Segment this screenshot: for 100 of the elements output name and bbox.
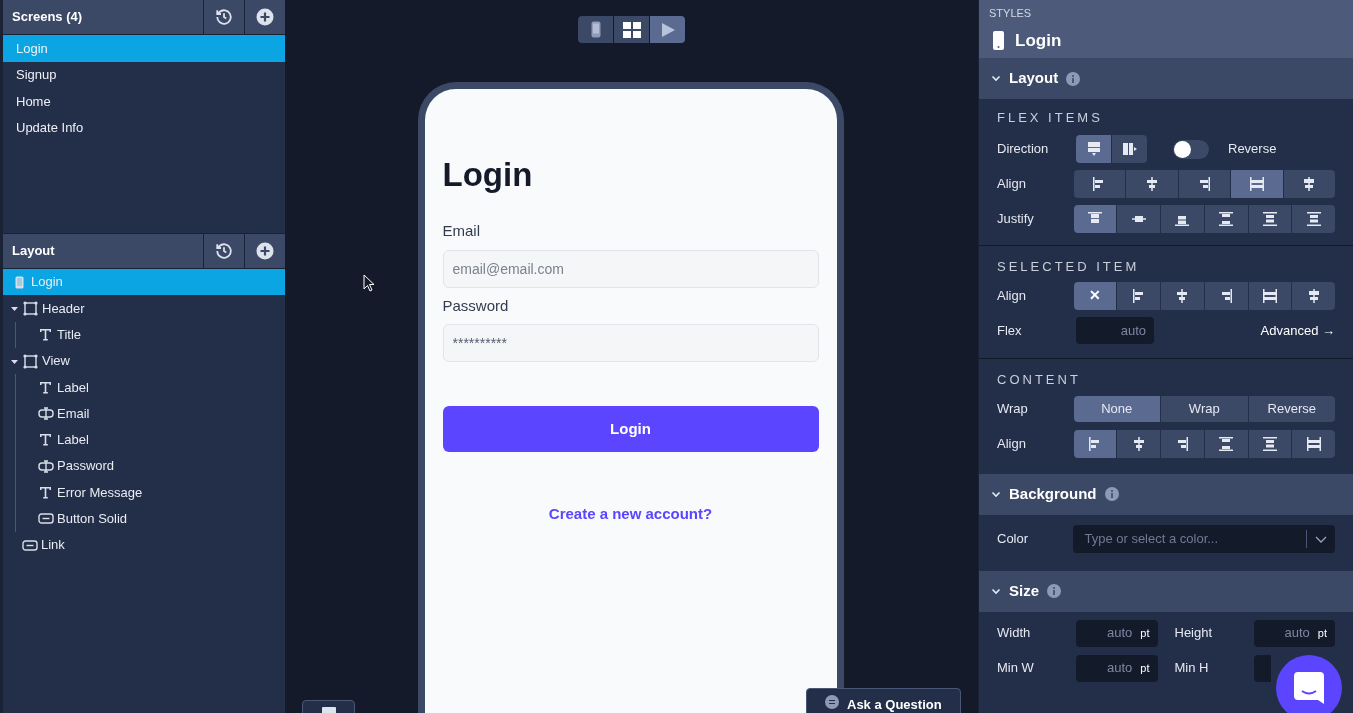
layout-option-button[interactable] <box>1204 430 1248 458</box>
tree-item[interactable]: Title <box>3 321 285 348</box>
section-header[interactable]: Background <box>979 473 1353 515</box>
text-icon <box>39 486 52 499</box>
field-label: Direction <box>997 140 1050 159</box>
phone-icon <box>590 21 601 38</box>
panel-heading: STYLES <box>989 6 1033 21</box>
tree-item[interactable]: Link <box>3 531 285 559</box>
tree-item[interactable]: Email <box>3 400 285 427</box>
layout-option-button[interactable] <box>1117 205 1160 233</box>
create-account-link[interactable]: Create a new account? <box>548 505 713 522</box>
layout-option-button[interactable] <box>1161 430 1204 458</box>
field-label: Email <box>442 221 481 241</box>
panel-title: Layout <box>11 242 56 261</box>
tree-item[interactable]: Label <box>3 374 285 401</box>
chat-bubble-icon <box>1294 672 1324 704</box>
mouse-cursor-icon <box>363 274 374 292</box>
layout-option-button[interactable] <box>1126 170 1178 198</box>
section-header[interactable]: Layout <box>979 58 1353 99</box>
wrap-option-button[interactable]: Reverse <box>1248 396 1335 422</box>
selected-element-title: Login <box>1015 29 1062 52</box>
group-heading: CONTENT <box>997 371 1082 389</box>
text-icon <box>39 380 52 394</box>
tree-item[interactable]: Label <box>3 426 285 454</box>
stretch-layout-icon <box>1261 287 1278 304</box>
info-icon <box>1047 584 1061 598</box>
size-field[interactable]: auto pt <box>1253 619 1335 647</box>
layout-option-button[interactable] <box>1161 205 1204 233</box>
plus-circle-icon <box>256 242 274 260</box>
login-title: Login <box>442 155 534 195</box>
layout-option-button[interactable] <box>1204 281 1248 310</box>
field-label: Width <box>997 624 1032 643</box>
text-icon <box>39 328 52 342</box>
tree-item[interactable]: Header <box>3 295 285 322</box>
screen-item[interactable]: Signup <box>3 61 285 88</box>
history-icon <box>215 8 233 26</box>
layout-option-button[interactable] <box>1073 170 1125 198</box>
size-field[interactable] <box>1253 654 1271 682</box>
layout-option-button[interactable] <box>1204 205 1248 233</box>
play-icon <box>659 21 676 38</box>
layout-option-button[interactable] <box>1178 170 1230 198</box>
layout-option-button[interactable] <box>1292 430 1335 458</box>
chat-icon <box>825 695 839 709</box>
section-header[interactable]: Size <box>979 570 1353 612</box>
screen-item[interactable]: Update Info <box>3 114 285 141</box>
view-toggle-button[interactable] <box>614 16 649 43</box>
group-heading: FLEX ITEMS <box>997 109 1104 127</box>
field-label: Color <box>997 530 1030 549</box>
layout-option-button[interactable] <box>1073 430 1117 458</box>
stretch-layout-icon <box>1305 436 1322 452</box>
password-field[interactable]: ********** <box>442 324 819 362</box>
layout-option-button[interactable] <box>1117 281 1160 310</box>
info-icon <box>1066 71 1081 86</box>
field-label: Align <box>997 286 1027 305</box>
layout-option-button[interactable] <box>1248 430 1292 458</box>
size-field[interactable]: auto pt <box>1076 654 1158 682</box>
panel-title: Screens (4) <box>11 8 84 27</box>
layout-option-button[interactable] <box>1283 170 1335 198</box>
between-layout-icon <box>1218 436 1235 452</box>
tree-item[interactable]: Button Solid <box>3 505 285 532</box>
layout-option-button[interactable] <box>1117 430 1160 458</box>
layout-option-button[interactable] <box>1248 205 1292 233</box>
advanced-link[interactable]: Advanced → <box>1260 320 1335 341</box>
layout-option-button[interactable] <box>1161 281 1204 310</box>
reverse-toggle[interactable] <box>1173 139 1209 159</box>
ask-question-button[interactable]: Ask a Question <box>806 688 961 713</box>
wrap-option-button[interactable]: Wrap <box>1161 396 1248 422</box>
layout-option-button[interactable] <box>1248 281 1292 310</box>
field-label: Align <box>997 435 1027 454</box>
tree-item[interactable]: Password <box>3 453 285 480</box>
chevron-icon <box>991 587 1001 595</box>
tree-item[interactable]: Error Message <box>3 479 285 506</box>
login-button[interactable]: Login <box>442 406 819 452</box>
layout-option-button[interactable]: ✕ <box>1073 281 1117 310</box>
tree-item[interactable]: View <box>3 347 285 375</box>
field-label: Flex <box>997 321 1023 340</box>
wrap-option-button[interactable]: None <box>1073 396 1160 422</box>
layout-option-button[interactable] <box>1292 205 1335 233</box>
chevron-icon <box>991 490 1001 498</box>
color-select[interactable]: Type or select a color... <box>1073 525 1335 553</box>
field-label: Align <box>997 175 1027 194</box>
button-icon <box>37 513 54 525</box>
layout-option-button[interactable] <box>1073 205 1117 233</box>
between-layout-icon <box>1218 211 1235 227</box>
text-icon <box>39 433 52 447</box>
around-layout-icon <box>1261 211 1278 227</box>
size-field[interactable]: auto pt <box>1076 619 1158 647</box>
input-field-icon <box>37 407 54 421</box>
chevron-down-icon <box>1315 535 1327 543</box>
layout-option-button[interactable] <box>1112 135 1147 163</box>
evenly-layout-icon <box>1305 211 1322 227</box>
frame-icon <box>23 353 38 369</box>
row-layout-icon <box>1121 141 1138 157</box>
email-field[interactable]: email@email.com <box>442 249 819 288</box>
screen-item[interactable]: Home <box>3 88 285 115</box>
stretch-layout-icon <box>1248 176 1265 192</box>
flex-field[interactable]: auto <box>1076 317 1154 344</box>
layout-option-button[interactable] <box>1292 281 1335 310</box>
view-toggle-button[interactable] <box>578 16 613 43</box>
view-toggle-button[interactable] <box>650 16 685 43</box>
